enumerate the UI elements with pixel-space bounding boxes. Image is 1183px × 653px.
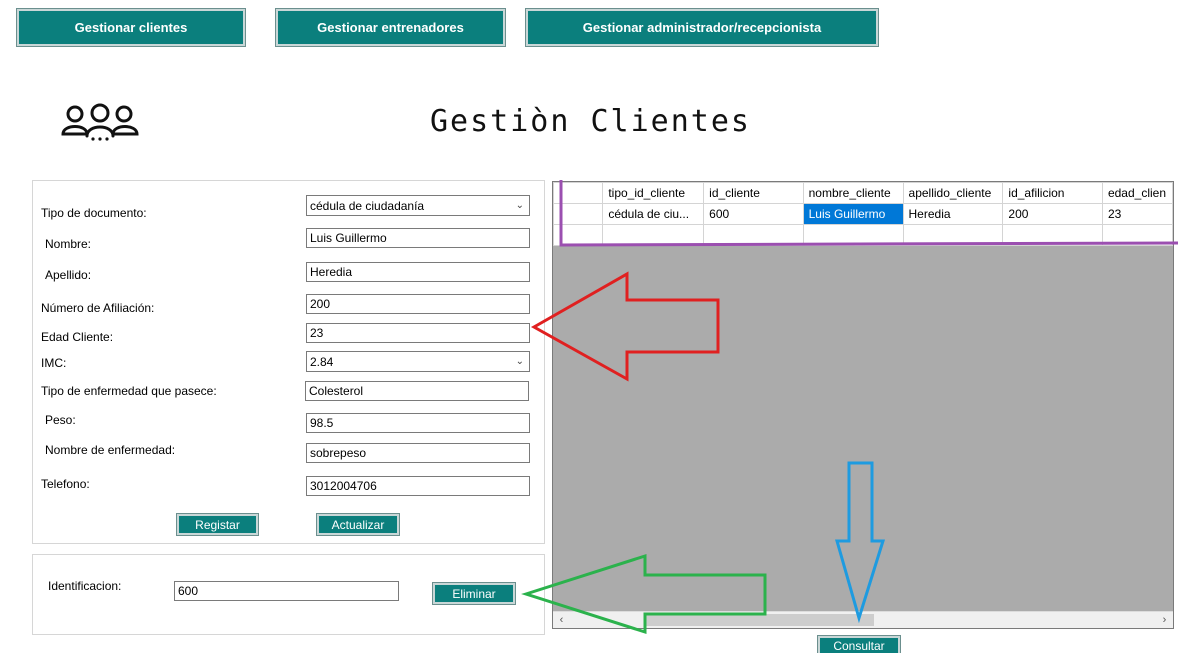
tipo-enfermedad-field[interactable] xyxy=(305,381,529,401)
horizontal-scrollbar[interactable]: ‹ › xyxy=(553,611,1173,628)
peso-field[interactable] xyxy=(306,413,530,433)
gestionar-entrenadores-button[interactable]: Gestionar entrenadores xyxy=(275,8,506,47)
clients-grid[interactable]: tipo_id_cliente id_cliente nombre_client… xyxy=(552,181,1174,629)
imc-select[interactable]: 2.84 ⌄ xyxy=(306,351,530,372)
column-header[interactable]: id_cliente xyxy=(703,182,804,204)
apellido-field[interactable] xyxy=(306,262,530,282)
scroll-left-icon[interactable]: ‹ xyxy=(553,612,570,628)
tipo-documento-value: cédula de ciudadanía xyxy=(310,198,425,213)
row-header[interactable] xyxy=(553,203,604,225)
table-cell-selected[interactable]: Luis Guillermo xyxy=(802,203,904,225)
afiliacion-field[interactable] xyxy=(306,294,530,314)
registrar-button[interactable]: Registar xyxy=(176,513,259,536)
imc-value: 2.84 xyxy=(310,354,334,369)
chevron-down-icon: ⌄ xyxy=(515,356,524,367)
table-cell[interactable]: 600 xyxy=(703,203,804,225)
telefono-label: Telefono: xyxy=(41,477,90,491)
table-cell[interactable] xyxy=(802,224,904,246)
consultar-button[interactable]: Consultar xyxy=(817,635,901,653)
column-header[interactable]: tipo_id_cliente xyxy=(602,182,705,204)
column-header[interactable]: nombre_cliente xyxy=(802,182,904,204)
nombre-enfermedad-field[interactable] xyxy=(306,443,530,463)
chevron-down-icon: ⌄ xyxy=(515,200,524,211)
eliminar-button[interactable]: Eliminar xyxy=(432,582,516,605)
nombre-label: Nombre: xyxy=(45,237,92,251)
nombre-enfermedad-label: Nombre de enfermedad: xyxy=(45,443,176,457)
table-cell[interactable]: 200 xyxy=(1002,203,1103,225)
tipo-documento-label: Tipo de documento: xyxy=(41,206,147,220)
table-cell[interactable] xyxy=(902,224,1004,246)
gestionar-clientes-button[interactable]: Gestionar clientes xyxy=(16,8,246,47)
table-cell[interactable]: Heredia xyxy=(902,203,1004,225)
scroll-right-icon[interactable]: › xyxy=(1156,612,1173,628)
nombre-field[interactable] xyxy=(306,228,530,248)
table-cell[interactable]: 23 xyxy=(1101,203,1173,225)
actualizar-button[interactable]: Actualizar xyxy=(316,513,400,536)
table-cell[interactable] xyxy=(1002,224,1103,246)
telefono-field[interactable] xyxy=(306,476,530,496)
clients-table: tipo_id_cliente id_cliente nombre_client… xyxy=(553,182,1173,246)
new-row[interactable] xyxy=(553,224,1173,246)
row-header-corner xyxy=(553,182,604,204)
table-cell[interactable]: cédula de ciu... xyxy=(602,203,705,225)
edad-field[interactable] xyxy=(306,323,530,343)
row-header[interactable] xyxy=(553,224,604,246)
column-header[interactable]: apellido_cliente xyxy=(902,182,1004,204)
identificacion-field[interactable] xyxy=(174,581,399,601)
users-icon xyxy=(61,103,139,141)
afiliacion-label: Número de Afiliación: xyxy=(41,301,155,315)
page-title: Gestiòn Clientes xyxy=(430,104,751,139)
imc-label: IMC: xyxy=(41,356,67,370)
tipo-enfermedad-label: Tipo de enfermedad que pasece: xyxy=(41,384,217,398)
table-cell[interactable] xyxy=(703,224,804,246)
table-cell[interactable] xyxy=(1101,224,1173,246)
header-row: tipo_id_cliente id_cliente nombre_client… xyxy=(553,182,1173,204)
identificacion-label: Identificacion: xyxy=(48,579,122,593)
tipo-documento-select[interactable]: cédula de ciudadanía ⌄ xyxy=(306,195,530,216)
table-cell[interactable] xyxy=(602,224,705,246)
column-header[interactable]: edad_clien xyxy=(1101,182,1173,204)
column-header[interactable]: id_afilicion xyxy=(1002,182,1103,204)
gestionar-administrador-button[interactable]: Gestionar administrador/recepcionista xyxy=(525,8,879,47)
table-row[interactable]: cédula de ciu... 600 Luis Guillermo Here… xyxy=(553,203,1173,225)
apellido-label: Apellido: xyxy=(45,268,92,282)
peso-label: Peso: xyxy=(45,413,76,427)
edad-label: Edad Cliente: xyxy=(41,330,114,344)
scrollbar-thumb[interactable] xyxy=(644,614,874,626)
